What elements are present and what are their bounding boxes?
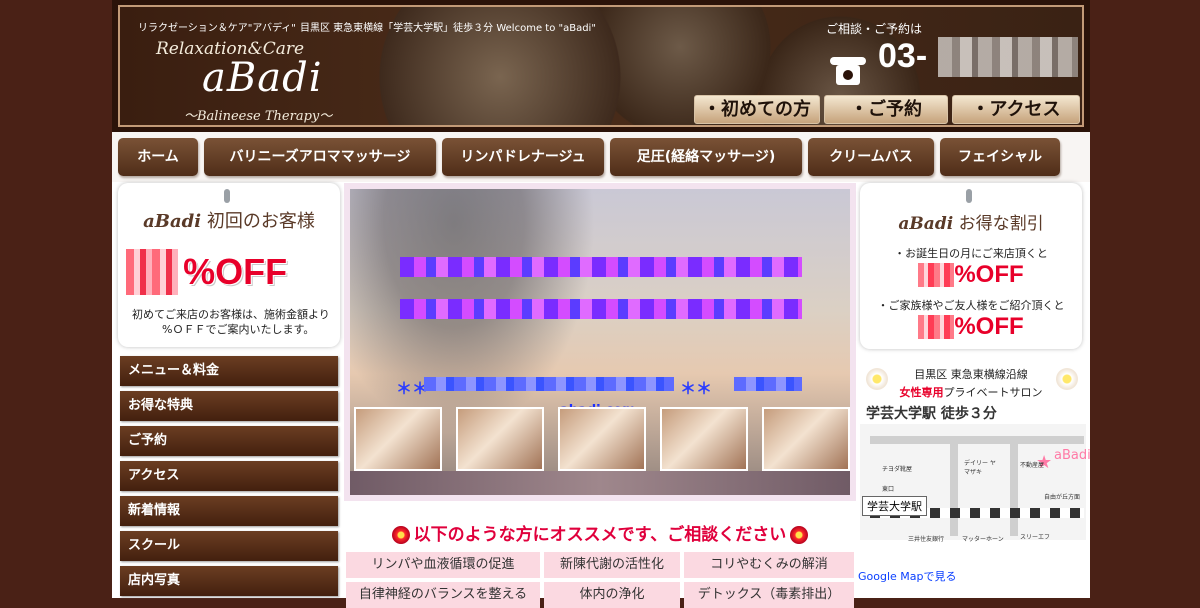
phone-icon bbox=[830, 57, 866, 85]
hero-decorative-frame bbox=[344, 183, 856, 501]
nav-facial[interactable]: フェイシャル bbox=[940, 138, 1060, 176]
discount-mosaic bbox=[918, 315, 955, 339]
side-menu-menu-price[interactable]: メニュー＆料金 bbox=[120, 356, 338, 386]
recommend-item: リンパや血液循環の促進 bbox=[346, 552, 540, 578]
discount-heading: お得な割引 bbox=[958, 214, 1044, 234]
map-road bbox=[1010, 436, 1018, 536]
salon-location: 目黒区 東急東横線沿線 bbox=[914, 368, 1028, 381]
map-road bbox=[950, 436, 958, 536]
recommend-heading: 以下のような方にオススメです、ご相談ください bbox=[344, 520, 856, 545]
birthday-discount-text: ・お誕生日の月にご来店頂くと bbox=[894, 247, 1048, 260]
side-menu-benefits[interactable]: お得な特典 bbox=[120, 391, 338, 421]
first-visit-promo[interactable]: aBadi 初回のお客様 %OFF 初めてご来店のお客様は、施術金額より %ＯＦ… bbox=[118, 183, 340, 347]
map-label: スリーエフ bbox=[1020, 534, 1051, 541]
header-banner: リラクゼーション＆ケア"アバディ" 目黒区 東急東横線「学芸大学駅」徒歩３分 W… bbox=[118, 5, 1084, 127]
recommend-item: 体内の浄化 bbox=[544, 582, 680, 608]
private-salon: プライベートサロン bbox=[943, 386, 1043, 399]
map-label: 東口 bbox=[882, 486, 895, 493]
nav-cream-bath[interactable]: クリームバス bbox=[808, 138, 934, 176]
first-visit-heading: 初回のお客様 bbox=[206, 211, 315, 232]
first-visit-text: 初めてご来店のお客様は、施術金額より %ＯＦＦでご案内いたします。 bbox=[132, 307, 332, 337]
recommend-title: 以下のような方にオススメです、ご相談ください bbox=[413, 525, 787, 545]
station-walk: 学芸大学駅 徒歩３分 bbox=[866, 406, 997, 422]
logo-tagline: ～Balineese Therapy～ bbox=[184, 109, 333, 124]
recommend-item: 新陳代謝の活性化 bbox=[544, 552, 680, 578]
referral-discount-text: ・ご家族様やご友人様をご紹介頂くと bbox=[877, 299, 1065, 312]
hibiscus-icon bbox=[790, 526, 809, 544]
side-menu-access[interactable]: アクセス bbox=[120, 461, 338, 491]
referral-percent-off: %OFF bbox=[954, 313, 1024, 340]
map-label: 三井住友銀行 bbox=[908, 536, 945, 543]
referral-discount: %OFF bbox=[860, 313, 1082, 341]
brand-name: aBadi bbox=[143, 211, 202, 232]
map-label: チヨダ靴屋 bbox=[882, 466, 913, 473]
access-button[interactable]: ・アクセス bbox=[952, 95, 1080, 124]
site-logo[interactable]: Relaxation&Care aBadi ～Balineese Therapy… bbox=[134, 29, 364, 125]
first-visit-discount: %OFF bbox=[126, 249, 336, 299]
hero-banner: ＊＊ ＊＊ abadi.com bbox=[344, 183, 856, 501]
side-menu-reservation[interactable]: ご予約 bbox=[120, 426, 338, 456]
side-menu-news[interactable]: 新着情報 bbox=[120, 496, 338, 526]
first-visit-title: aBadi 初回のお客様 bbox=[118, 207, 340, 233]
side-menu-school[interactable]: スクール bbox=[120, 531, 338, 561]
main-nav: ホーム バリニーズアロママッサージ リンパドレナージュ 足圧(経絡マッサージ) … bbox=[112, 132, 1090, 182]
first-visit-text-line2: %ＯＦＦでご案内いたします。 bbox=[162, 323, 315, 336]
recommend-item: コリやむくみの解消 bbox=[684, 552, 854, 578]
brand-name: aBadi bbox=[898, 214, 954, 234]
map-label: 自由が丘方面 bbox=[1044, 494, 1081, 501]
map-shop-label: aBadi bbox=[1054, 448, 1091, 463]
header: リラクゼーション＆ケア"アバディ" 目黒区 東急東横線「学芸大学駅」徒歩３分 W… bbox=[112, 0, 1090, 132]
map-label: マッターホーン bbox=[962, 536, 1004, 543]
phone-number[interactable]: 03- bbox=[878, 37, 927, 76]
pin-icon bbox=[224, 189, 230, 203]
pin-icon bbox=[966, 189, 972, 203]
salon-type: 女性専用プライベートサロン bbox=[860, 384, 1082, 400]
first-time-button[interactable]: ・初めての方 bbox=[694, 95, 820, 124]
discount-promo[interactable]: aBadi お得な割引 ・お誕生日の月にご来店頂くと %OFF ・ご家族様やご友… bbox=[860, 183, 1082, 349]
side-menu-photos[interactable]: 店内写真 bbox=[120, 566, 338, 596]
recommend-item: 自律神経のバランスを整える bbox=[346, 582, 540, 608]
discount-title: aBadi お得な割引 bbox=[860, 209, 1082, 234]
nav-balinese-aroma[interactable]: バリニーズアロママッサージ bbox=[204, 138, 436, 176]
hibiscus-icon bbox=[391, 526, 410, 544]
nav-home[interactable]: ホーム bbox=[118, 138, 198, 176]
women-only: 女性専用 bbox=[899, 386, 944, 399]
birthday-discount: %OFF bbox=[860, 261, 1082, 289]
nav-lymph-drainage[interactable]: リンパドレナージュ bbox=[442, 138, 604, 176]
map-station-label: 学芸大学駅 bbox=[862, 496, 927, 516]
page: リラクゼーション＆ケア"アバディ" 目黒区 東急東横線「学芸大学駅」徒歩３分 W… bbox=[112, 0, 1091, 608]
map-road bbox=[870, 436, 1084, 444]
birthday-percent-off: %OFF bbox=[954, 261, 1024, 288]
google-map-link[interactable]: Google Mapで見る bbox=[858, 568, 957, 584]
reservation-button[interactable]: ・ご予約 bbox=[824, 95, 948, 124]
map-label: デイリー ヤマザキ bbox=[964, 460, 996, 476]
logo-name: aBadi bbox=[202, 55, 323, 101]
phone-number-mosaic bbox=[938, 37, 1078, 77]
recommend-item: デトックス（毒素排出） bbox=[684, 582, 854, 608]
tel-label: ご相談・ご予約は bbox=[826, 22, 923, 36]
discount-percent-off: %OFF bbox=[183, 251, 288, 292]
discount-mosaic bbox=[918, 263, 955, 287]
first-visit-text-line1: 初めてご来店のお客様は、施術金額より bbox=[132, 308, 330, 321]
discount-mosaic bbox=[126, 249, 178, 295]
map-label: 不動産屋 bbox=[1020, 462, 1045, 469]
access-map[interactable]: 学芸大学駅 ★ aBadi チヨダ靴屋 デイリー ヤマザキ 不動産屋 東口 自由… bbox=[860, 424, 1091, 543]
nav-foot-pressure[interactable]: 足圧(経絡マッサージ) bbox=[610, 138, 802, 176]
